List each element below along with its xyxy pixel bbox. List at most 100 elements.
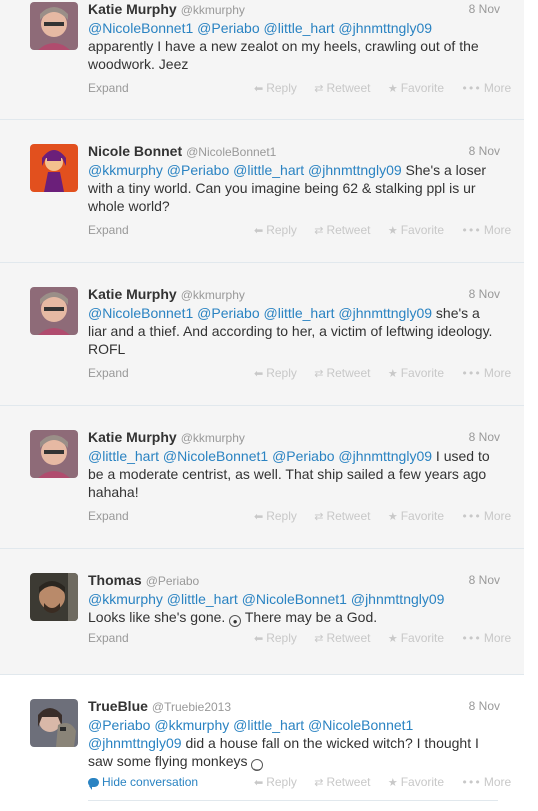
fullname[interactable]: Thomas — [88, 572, 142, 588]
expand-link[interactable]: Expand — [88, 223, 129, 237]
mentions[interactable]: @NicoleBonnet1 @Periabo @little_hart @jh… — [88, 305, 432, 321]
star-icon: ★ — [387, 367, 398, 380]
reply-button[interactable]: ⬅ Reply — [254, 775, 297, 789]
tweet-header: Katie Murphy @kkmurphy 8 Nov — [88, 0, 514, 18]
retweet-button[interactable]: ⇄ Retweet — [314, 631, 370, 645]
retweet-button[interactable]: ⇄ Retweet — [314, 775, 370, 789]
favorite-button[interactable]: ★ Favorite — [388, 509, 444, 523]
hide-conversation-link[interactable]: Hide conversation — [88, 775, 198, 790]
more-button[interactable]: ••• More — [461, 631, 511, 645]
more-button[interactable]: ••• More — [461, 775, 511, 789]
tweet-actions: Expand ⬅ Reply ⇄ Retweet ★ Favorite ••• More — [88, 223, 514, 241]
username[interactable]: @Periabo — [146, 574, 200, 588]
retweet-button[interactable]: ⇄ Retweet — [314, 223, 370, 237]
expand-link[interactable]: Expand — [88, 509, 129, 523]
username[interactable]: @kkmurphy — [181, 288, 245, 302]
reply-button[interactable]: ⬅ Reply — [254, 509, 297, 523]
reply-icon: ⬅ — [254, 367, 264, 380]
username[interactable]: @kkmurphy — [181, 431, 245, 445]
reply-button[interactable]: ⬅ Reply — [254, 366, 297, 380]
scrollbar[interactable] — [524, 0, 538, 811]
tweet-text: @kkmurphy @little_hart @NicoleBonnet1 @j… — [88, 590, 498, 627]
more-button[interactable]: ••• More — [461, 509, 511, 523]
avatar[interactable] — [30, 287, 78, 335]
expand-link[interactable]: Expand — [88, 81, 129, 95]
tweet-body-continued: There may be a God. — [244, 609, 378, 625]
emoji-icon: ● — [229, 615, 242, 627]
fullname[interactable]: Katie Murphy — [88, 1, 177, 17]
tweet-actions: Expand ⬅ Reply ⇄ Retweet ★ Favorite ••• More — [88, 366, 514, 384]
fullname[interactable]: Katie Murphy — [88, 429, 177, 445]
more-icon: ••• — [461, 82, 481, 95]
tweet-text: @NicoleBonnet1 @Periabo @little_hart @jh… — [88, 19, 498, 73]
tweet[interactable]: Nicole Bonnet @NicoleBonnet1 8 Nov @kkmur… — [0, 120, 524, 263]
retweet-icon: ⇄ — [314, 367, 324, 380]
mentions[interactable]: @kkmurphy @Periabo @little_hart @jhnmttn… — [88, 162, 402, 178]
avatar[interactable] — [30, 2, 78, 50]
timestamp[interactable]: 8 Nov — [469, 571, 500, 589]
retweet-icon: ⇄ — [314, 82, 324, 95]
more-icon: ••• — [461, 776, 481, 789]
fullname[interactable]: Nicole Bonnet — [88, 143, 182, 159]
fullname[interactable]: Katie Murphy — [88, 286, 177, 302]
timestamp[interactable]: 8 Nov — [469, 285, 500, 303]
favorite-button[interactable]: ★ Favorite — [388, 81, 444, 95]
expand-link[interactable]: Expand — [88, 366, 129, 380]
retweet-icon: ⇄ — [314, 776, 324, 789]
avatar[interactable] — [30, 573, 78, 621]
tweet-text: @little_hart @NicoleBonnet1 @Periabo @jh… — [88, 447, 498, 501]
tweet-header: Thomas @Periabo 8 Nov — [88, 571, 514, 589]
more-button[interactable]: ••• More — [461, 81, 511, 95]
avatar[interactable] — [30, 144, 78, 192]
tweet[interactable]: Katie Murphy @kkmurphy 8 Nov @NicoleBonne… — [0, 0, 524, 120]
conversation-icon — [88, 778, 99, 790]
fullname[interactable]: TrueBlue — [88, 698, 148, 714]
tweet-actions: Expand ⬅ Reply ⇄ Retweet ★ Favorite ••• More — [88, 509, 514, 527]
divider — [88, 800, 498, 811]
avatar[interactable] — [30, 699, 78, 747]
more-icon: ••• — [461, 224, 481, 237]
mentions[interactable]: @NicoleBonnet1 @Periabo @little_hart @jh… — [88, 20, 432, 36]
favorite-button[interactable]: ★ Favorite — [388, 775, 444, 789]
tweet[interactable]: TrueBlue @Truebie2013 8 Nov @Periabo @kkm… — [0, 675, 524, 811]
tweet-header: Katie Murphy @kkmurphy 8 Nov — [88, 285, 514, 303]
retweet-icon: ⇄ — [314, 632, 324, 645]
favorite-button[interactable]: ★ Favorite — [388, 223, 444, 237]
retweet-button[interactable]: ⇄ Retweet — [314, 81, 370, 95]
tweet-body: apparently I have a new zealot on my hee… — [88, 38, 479, 72]
reply-button[interactable]: ⬅ Reply — [254, 223, 297, 237]
timestamp[interactable]: 8 Nov — [469, 0, 500, 18]
tweet-actions: Expand ⬅ Reply ⇄ Retweet ★ Favorite ••• More — [88, 631, 514, 649]
tweet[interactable]: Thomas @Periabo 8 Nov @kkmurphy @little_h… — [0, 549, 524, 675]
reply-icon: ⬅ — [254, 776, 264, 789]
mentions[interactable]: @kkmurphy @little_hart @NicoleBonnet1 @j… — [88, 591, 444, 607]
tweet-header: TrueBlue @Truebie2013 8 Nov — [88, 697, 514, 715]
username[interactable]: @NicoleBonnet1 — [186, 145, 276, 159]
reply-button[interactable]: ⬅ Reply — [254, 631, 297, 645]
tweet-text: @Periabo @kkmurphy @little_hart @NicoleB… — [88, 716, 498, 771]
avatar[interactable] — [30, 430, 78, 478]
timestamp[interactable]: 8 Nov — [469, 697, 500, 715]
timestamp[interactable]: 8 Nov — [469, 428, 500, 446]
more-button[interactable]: ••• More — [461, 366, 511, 380]
retweet-button[interactable]: ⇄ Retweet — [314, 509, 370, 523]
tweet-header: Katie Murphy @kkmurphy 8 Nov — [88, 428, 514, 446]
more-icon: ••• — [461, 632, 481, 645]
reply-icon: ⬅ — [254, 224, 264, 237]
username[interactable]: @Truebie2013 — [152, 700, 231, 714]
star-icon: ★ — [387, 632, 398, 645]
favorite-button[interactable]: ★ Favorite — [388, 631, 444, 645]
expand-link[interactable]: Expand — [88, 631, 129, 645]
tweet[interactable]: Katie Murphy @kkmurphy 8 Nov @little_hart… — [0, 406, 524, 549]
timestamp[interactable]: 8 Nov — [469, 142, 500, 160]
favorite-button[interactable]: ★ Favorite — [388, 366, 444, 380]
retweet-button[interactable]: ⇄ Retweet — [314, 366, 370, 380]
reply-button[interactable]: ⬅ Reply — [254, 81, 297, 95]
tweet[interactable]: Katie Murphy @kkmurphy 8 Nov @NicoleBonne… — [0, 263, 524, 406]
reply-icon: ⬅ — [254, 82, 264, 95]
reply-icon: ⬅ — [254, 632, 264, 645]
mentions[interactable]: @little_hart @NicoleBonnet1 @Periabo @jh… — [88, 448, 432, 464]
more-button[interactable]: ••• More — [461, 223, 511, 237]
retweet-icon: ⇄ — [314, 510, 324, 523]
username[interactable]: @kkmurphy — [181, 3, 245, 17]
